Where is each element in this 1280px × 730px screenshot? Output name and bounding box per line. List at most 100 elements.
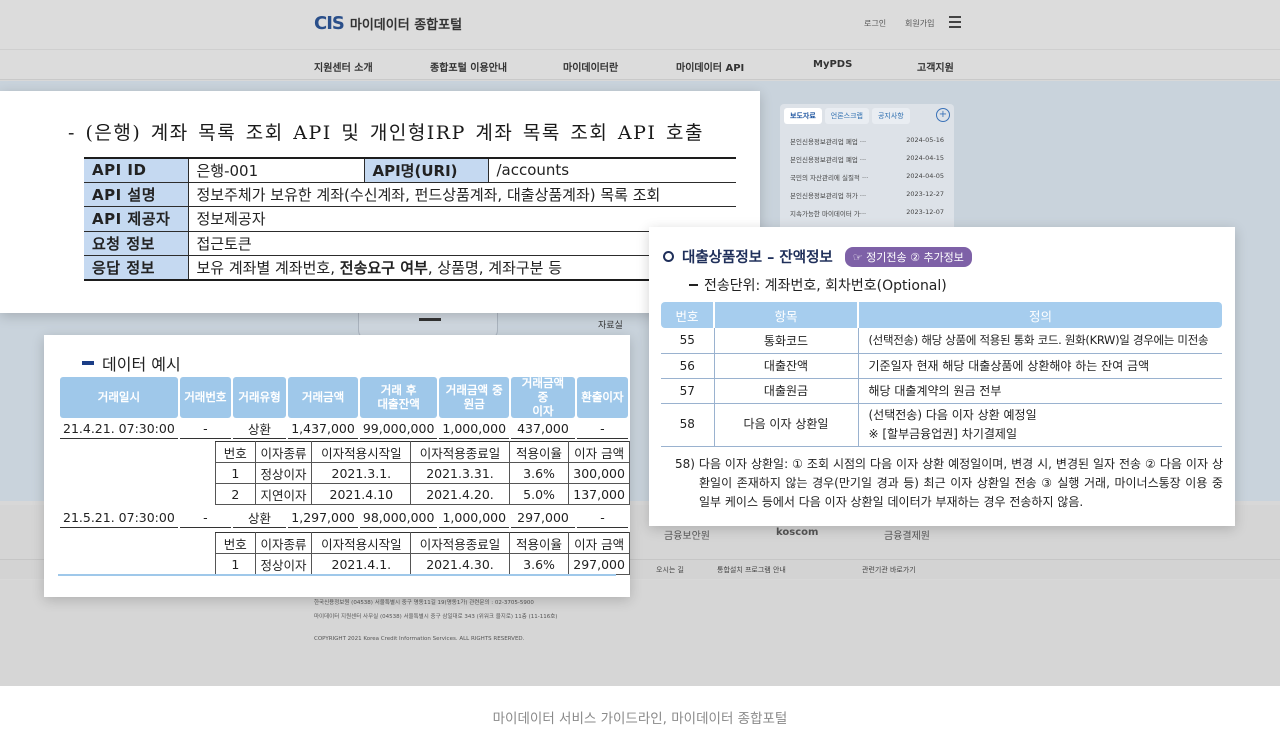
sub-cell: 지연이자	[254, 483, 313, 505]
sub-cell: 1	[215, 462, 256, 484]
api-uri-label: API명(URI)	[363, 156, 488, 183]
response-text-pre: 보유 계좌별 계좌번호,	[196, 259, 340, 277]
sub-header: 번호	[215, 441, 256, 463]
table-row: 56 대출잔액 기준일자 현재 해당 대출상품에 상환해야 하는 잔여 금액	[661, 353, 1222, 379]
response-text-post: , 상품명, 계좌구분 등	[427, 259, 563, 277]
nav-item-mypds[interactable]: MyPDS	[813, 59, 852, 70]
tab-scrap[interactable]: 언론스크랩	[824, 108, 869, 124]
api-row-request: 요청 정보 접근토큰	[84, 231, 736, 257]
definition-line: (선택전송) 다음 이자 상환 예정일	[868, 407, 1037, 422]
cell: -	[179, 418, 231, 440]
cell: 1,000,000	[439, 507, 510, 528]
sub-header: 이자적용종료일	[410, 441, 510, 463]
sub-header: 번호	[215, 532, 256, 554]
screenshot-stage: CIS 마이데이터 종합포털 로그인 회원가입 지원센터 소개 종합포털 이용안…	[0, 0, 1280, 730]
col-header: 항목	[713, 302, 858, 328]
news-date: 2024-04-15	[906, 154, 944, 162]
news-item[interactable]: 지속가능한 마이데이터 가··· 2023-12-07	[790, 204, 944, 222]
col-header: 거래유형	[232, 377, 287, 419]
nav-item-center[interactable]: 지원센터 소개	[314, 59, 373, 74]
nav-item-api[interactable]: 마이데이터 API	[676, 59, 744, 74]
api-response-label: 응답 정보	[84, 255, 188, 281]
sub-cell: 2	[215, 483, 256, 505]
archive-label[interactable]: 자료실	[598, 318, 623, 331]
api-row-response: 응답 정보 보유 계좌별 계좌번호, 전송요구 여부, 상품명, 계좌구분 등	[84, 255, 736, 281]
row-item: 대출원금	[713, 378, 858, 404]
cell: 1,297,000	[288, 507, 358, 528]
partner-koscom[interactable]: koscom	[776, 527, 818, 538]
partner-fsi[interactable]: 금융보안원	[664, 527, 710, 542]
api-row-id: API ID 은행-001 API명(URI) /accounts	[84, 156, 736, 183]
news-widget: 보도자료 언론스크랩 공지사항 + 본인신용정보관리업 페업 ··· 2024-0…	[780, 104, 954, 238]
sub-cell: 1	[215, 553, 256, 575]
cell: -	[179, 507, 231, 528]
transfer-unit-text: 전송단위: 계좌번호, 회차번호(Optional)	[704, 278, 947, 294]
cell: -	[576, 507, 628, 528]
news-item[interactable]: 본인신용정보관리업 허가 ··· 2023-12-27	[790, 186, 944, 204]
cell: 1,000,000	[439, 418, 510, 440]
cell: -	[576, 418, 628, 440]
table-row: 21.5.21. 07:30:00 - 상환 1,297,000 98,000,…	[60, 507, 628, 528]
footer-copyright: COPYRIGHT 2021 Korea Credit Information …	[314, 636, 525, 642]
api-desc-value: 정보주체가 보유한 계좌(수신계좌, 펀드상품계좌, 대출상품계좌) 목록 조회	[187, 182, 736, 208]
login-link[interactable]: 로그인	[864, 18, 886, 29]
sub-header: 이자적용시작일	[311, 441, 412, 463]
news-item[interactable]: 본인신용정보관리업 페업 ··· 2024-05-16	[790, 132, 944, 150]
news-date: 2023-12-07	[906, 208, 944, 216]
heading-bar-icon	[82, 361, 94, 365]
image-caption: 마이데이터 서비스 가이드라인, 마이데이터 종합포털	[492, 711, 788, 727]
portal-nav: 지원센터 소개 종합포털 이용안내 마이데이터란 마이데이터 API MyPDS…	[0, 50, 1280, 80]
more-plus-icon[interactable]: +	[936, 108, 950, 122]
news-title: 지속가능한 마이데이터 가···	[790, 210, 867, 218]
news-item[interactable]: 국민의 자산관리에 실질적 ··· 2024-04-05	[790, 168, 944, 186]
cell: 상환	[232, 507, 287, 528]
footer-link-related[interactable]: 관련기관 바로가기	[862, 565, 916, 575]
cell: 21.5.21. 07:30:00	[60, 507, 178, 528]
news-item[interactable]: 본인신용정보관리업 폐업 ··· 2024-04-15	[790, 150, 944, 168]
col-header: 거래 후 대출잔액	[359, 377, 438, 419]
tab-press[interactable]: 보도자료	[784, 108, 822, 124]
table-row: 21.4.21. 07:30:00 - 상환 1,437,000 99,000,…	[60, 418, 628, 440]
col-header: 정의	[857, 302, 1222, 328]
table-row: 58 다음 이자 상환일 (선택전송) 다음 이자 상환 예정일 ※ [할부금융…	[661, 403, 1222, 447]
footer-office: 마이데이터 지원센터 사무실 (04538) 서울특별시 중구 삼일대로 343…	[314, 614, 558, 620]
nav-item-support[interactable]: 고객지원	[917, 59, 954, 74]
row-definition: (선택전송) 다음 이자 상환 예정일 ※ [할부금융업권] 차기결제일	[857, 403, 1222, 447]
sub-cell: 정상이자	[254, 462, 313, 484]
footer-link-install[interactable]: 통합설치 프로그램 안내	[717, 565, 786, 575]
api-row-desc: API 설명 정보주체가 보유한 계좌(수신계좌, 펀드상품계좌, 대출상품계좌…	[84, 182, 736, 208]
sub-cell: 2021.4.10	[311, 483, 412, 505]
row-definition: 해당 대출계약의 원금 전부	[857, 378, 1222, 404]
portal-logo[interactable]: CIS 마이데이터 종합포털	[314, 13, 462, 34]
nav-item-about[interactable]: 마이데이터란	[563, 59, 618, 74]
nav-item-guide[interactable]: 종합포털 이용안내	[430, 59, 507, 74]
partner-kftc[interactable]: 금융결제원	[884, 527, 930, 542]
data-example-heading: 데이터 예시	[82, 351, 181, 375]
cell: 21.4.21. 07:30:00	[60, 418, 178, 440]
api-uri-value: /accounts	[487, 156, 736, 183]
sub-cell: 2021.4.30.	[410, 553, 510, 575]
row-number: 56	[661, 353, 714, 379]
transaction-table: 거래일시 거래번호 거래유형 거래금액 거래 후 대출잔액 거래금액 중 원금 …	[58, 376, 630, 440]
row-definition: (선택전송) 해당 상품에 적용된 통화 코드. 원화(KRW)일 경우에는 미…	[857, 328, 1222, 354]
data-example-title: 데이터 예시	[102, 355, 181, 374]
sub-header: 적용이율	[508, 441, 570, 463]
cell: 98,000,000	[359, 507, 438, 528]
sub-cell: 정상이자	[254, 553, 313, 575]
api-row-provider: API 제공자 정보제공자	[84, 206, 736, 232]
footer-link-directions[interactable]: 오시는 길	[656, 565, 684, 575]
tab-notice[interactable]: 공지사항	[871, 108, 910, 124]
api-spec-table: API ID 은행-001 API명(URI) /accounts API 설명…	[84, 156, 736, 281]
loan-info-heading: 대출상품정보 – 잔액정보 ☞ 정기전송 ② 추가정보	[663, 246, 972, 267]
row-number: 57	[661, 378, 714, 404]
ring-bullet-icon	[663, 251, 674, 262]
sub-header: 이자 금액	[568, 441, 630, 463]
row-definition: 기준일자 현재 해당 대출상품에 상환해야 하는 잔여 금액	[857, 353, 1222, 379]
row-item: 다음 이자 상환일	[713, 403, 858, 447]
signup-link[interactable]: 회원가입	[905, 18, 934, 29]
api-spec-panel: - (은행) 계좌 목록 조회 API 및 개인형IRP 계좌 목록 조회 AP…	[0, 91, 760, 313]
hamburger-menu-icon[interactable]	[949, 16, 961, 28]
loan-info-title: 대출상품정보 – 잔액정보	[682, 250, 833, 266]
subtable-header: 번호 이자종류 이자적용시작일 이자적용종료일 적용이율 이자 금액	[215, 532, 630, 554]
table-row: 57 대출원금 해당 대출계약의 원금 전부	[661, 378, 1222, 404]
